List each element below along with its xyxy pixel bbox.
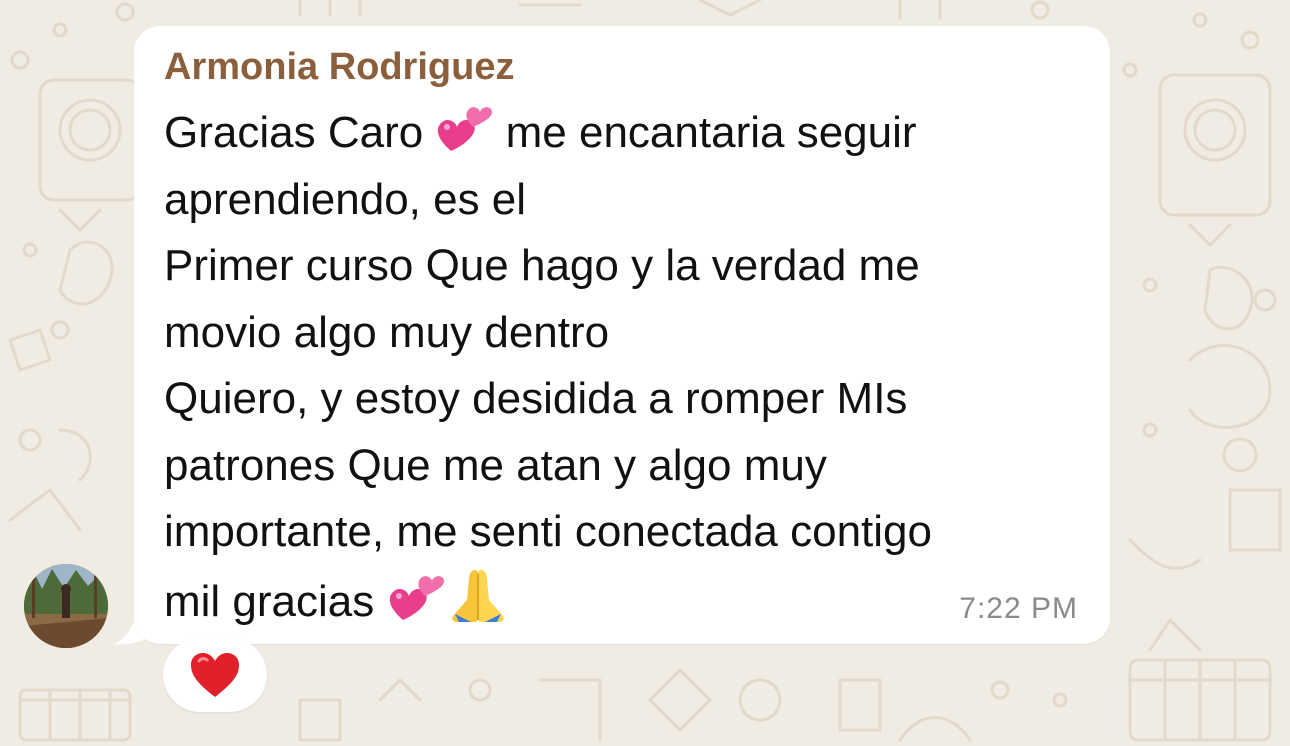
message-line-segment: Gracias Caro xyxy=(164,108,436,157)
message-timestamp: 7:22 PM xyxy=(959,592,1078,625)
message-line: importante, me senti conectada contigo xyxy=(164,507,933,556)
message-text: Gracias Caro me encantaria seguir aprend… xyxy=(164,100,1084,635)
message-line: Primer curso Que hago y la verdad me xyxy=(164,241,920,290)
message-line-segment: me encantaria seguir xyxy=(493,108,917,157)
two-hearts-emoji xyxy=(438,107,493,151)
folded-hands-emoji xyxy=(451,569,504,622)
sender-avatar[interactable] xyxy=(24,564,108,648)
message-line: Gracias Caro me encantaria seguir xyxy=(164,100,1084,167)
message-bubble[interactable]: Armonia Rodriguez Gracias Caro me encant… xyxy=(134,26,1110,644)
message-line-segment: mil gracias xyxy=(164,576,387,626)
message-line: movio algo muy dentro xyxy=(164,307,610,357)
red-heart-emoji xyxy=(191,653,239,697)
message-line: patrones Que me atan y algo muy xyxy=(164,440,827,490)
message-line: Quiero, y estoy desidida a romper MIs xyxy=(164,374,908,423)
message-line: aprendiendo, es el xyxy=(164,174,527,224)
two-hearts-emoji xyxy=(389,575,444,620)
message-line: mil gracias xyxy=(164,566,1084,636)
avatar-photo xyxy=(24,564,108,648)
sender-name[interactable]: Armonia Rodriguez xyxy=(164,46,514,89)
reaction-badge[interactable] xyxy=(163,638,267,712)
